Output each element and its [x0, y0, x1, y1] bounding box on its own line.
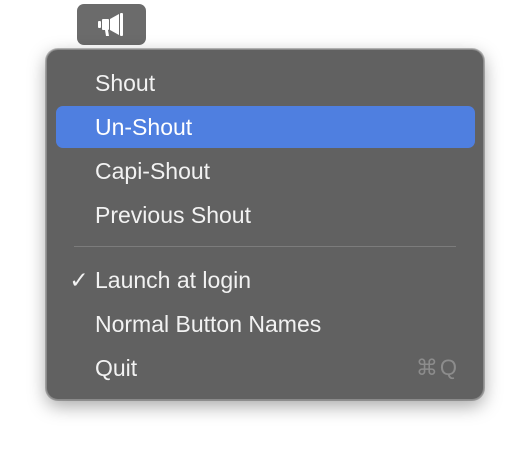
menu-item-quit[interactable]: Quit ⌘Q [56, 347, 475, 389]
menu-item-shout[interactable]: Shout [56, 62, 475, 104]
menu-item-label: Shout [95, 70, 156, 96]
megaphone-icon [97, 12, 123, 36]
menu-item-capi-shout[interactable]: Capi-Shout [56, 150, 475, 192]
menu-separator [74, 246, 456, 247]
menu-item-label: Normal Button Names [95, 311, 322, 337]
dropdown-menu: Shout Un-Shout Capi-Shout Previous Shout… [46, 49, 484, 400]
menu-item-launch-at-login[interactable]: ✓ Launch at login [56, 259, 475, 301]
menu-item-normal-button-names[interactable]: Normal Button Names [56, 303, 475, 345]
menu-item-label: Launch at login [95, 267, 252, 293]
menu-item-previous-shout[interactable]: Previous Shout [56, 194, 475, 236]
checkmark-icon: ✓ [69, 267, 89, 293]
menubar-status-item[interactable] [77, 4, 146, 45]
menu-item-label: Quit [95, 355, 138, 381]
keyboard-shortcut: ⌘Q [415, 355, 459, 380]
menu-item-un-shout[interactable]: Un-Shout [56, 106, 475, 148]
menu-item-label: Un-Shout [95, 114, 193, 140]
menu-item-label: Capi-Shout [95, 158, 211, 184]
menu-item-label: Previous Shout [95, 202, 251, 228]
